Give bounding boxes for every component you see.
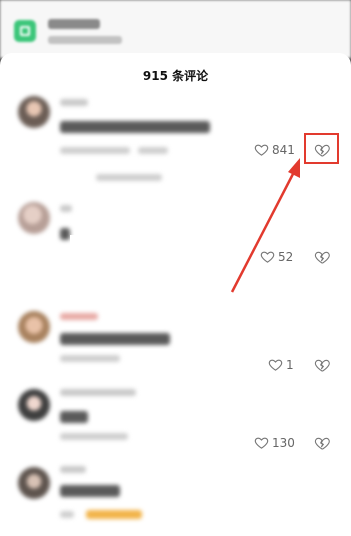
pointer-arrow — [230, 158, 300, 293]
